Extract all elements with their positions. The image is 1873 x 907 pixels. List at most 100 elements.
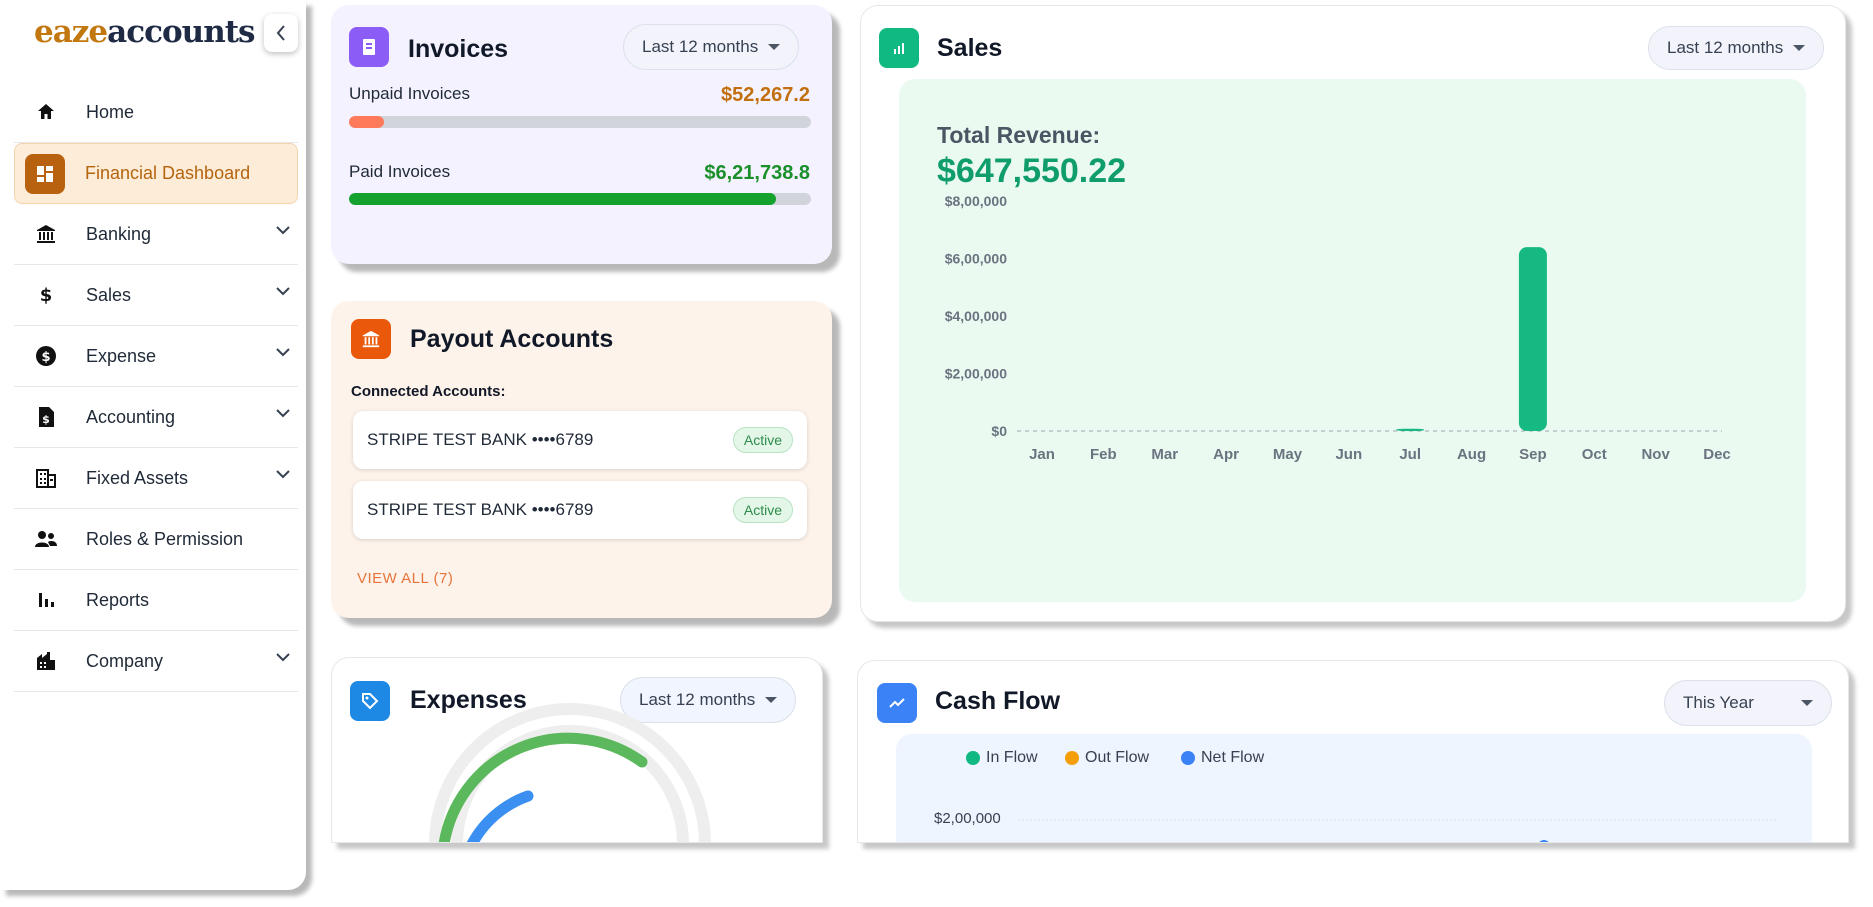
invoices-period-select[interactable]: Last 12 months — [623, 24, 800, 70]
sidebar-item-label: Banking — [86, 223, 152, 244]
sidebar-item-fixed-assets[interactable]: Fixed Assets — [14, 448, 298, 509]
chevron-down-icon — [276, 226, 290, 235]
sidebar-item-label: Home — [86, 101, 135, 122]
chevron-down-icon — [276, 287, 290, 296]
svg-text:$: $ — [42, 413, 50, 426]
sidebar-item-label: Financial Dashboard — [85, 163, 251, 183]
sidebar-item-sales[interactable]: $ Sales — [14, 265, 298, 326]
net-flow-line — [1539, 840, 1549, 842]
paid-invoices-label: Paid Invoices — [349, 162, 451, 181]
cash-flow-line-chart — [1018, 819, 1778, 842]
sidebar-item-label: Fixed Assets — [86, 467, 189, 488]
sales-card: Sales Last 12 months Total Revenue: $647… — [860, 5, 1846, 622]
cash-flow-title: Cash Flow — [935, 687, 1061, 715]
y-tick-label: $8,00,000 — [945, 193, 1007, 209]
unpaid-invoices-bar-fill — [349, 116, 385, 128]
x-tick-label: Jul — [1399, 446, 1421, 463]
cash-flow-period-select[interactable]: This Year — [1664, 680, 1832, 726]
unpaid-invoices-label: Unpaid Invoices — [349, 84, 470, 103]
x-tick-label: Aug — [1457, 446, 1486, 463]
account-row[interactable]: STRIPE TEST BANK ••••6789 Active — [353, 481, 807, 539]
svg-text:$: $ — [41, 350, 50, 365]
svg-text:$: $ — [40, 285, 53, 305]
x-tick-label: Jun — [1335, 446, 1362, 463]
y-tick-label: $4,00,000 — [945, 308, 1007, 324]
chevron-down-icon — [276, 653, 290, 662]
brand-logo[interactable]: eazeaccounts — [34, 14, 256, 50]
brand-part1: eaze — [34, 14, 108, 50]
sales-chart-panel: Total Revenue: $647,550.22 $0 $2,00,000 $4… — [899, 79, 1806, 602]
dollar-icon: $ — [26, 275, 66, 315]
home-icon — [26, 92, 66, 132]
x-tick-label: Oct — [1582, 446, 1607, 463]
coin-icon: $ — [26, 336, 66, 376]
chevron-down-icon — [276, 409, 290, 418]
sidebar-nav: Home Financial Dashboard Banking $ Sales… — [14, 82, 298, 692]
cash-flow-period-value: This Year — [1683, 693, 1754, 712]
sales-title: Sales — [937, 34, 1003, 62]
building-icon — [26, 458, 66, 498]
caret-down-icon — [768, 44, 781, 50]
sidebar-item-expense[interactable]: $ Expense — [14, 326, 298, 387]
payout-accounts-title: Payout Accounts — [410, 325, 614, 353]
caret-down-icon — [1801, 700, 1813, 706]
sales-bar-chart: $0 $2,00,000 $4,00,000 $6,00,000 $8,00,000 Ja… — [945, 193, 1731, 463]
sidebar-item-accounting[interactable]: $ Accounting — [14, 387, 298, 448]
x-tick-label: Mar — [1151, 446, 1178, 463]
view-all-accounts-link[interactable]: VIEW ALL (7) — [357, 570, 453, 587]
expenses-ring-blue — [466, 790, 534, 842]
account-name: STRIPE TEST BANK ••••6789 — [367, 500, 594, 519]
cash-flow-chart-panel: In Flow Out Flow Net Flow $2,00,000 — [896, 734, 1812, 842]
status-badge: Active — [732, 427, 793, 453]
account-row[interactable]: STRIPE TEST BANK ••••6789 Active — [353, 411, 807, 469]
sidebar-item-label: Expense — [86, 345, 157, 366]
sidebar-item-financial-dashboard[interactable]: Financial Dashboard — [14, 143, 298, 204]
payout-accounts-card: Payout Accounts Connected Accounts: STRI… — [331, 301, 832, 618]
invoices-card: Invoices Last 12 months Unpaid Invoices … — [331, 5, 832, 264]
bar-jul[interactable] — [1396, 428, 1425, 431]
invoices-title: Invoices — [408, 35, 509, 63]
connected-accounts-label: Connected Accounts: — [351, 383, 506, 400]
sidebar-item-label: Roles & Permission — [86, 528, 244, 549]
app-root: eazeaccounts Home Financial Dashboard Ba… — [0, 0, 1873, 907]
x-tick-label: Dec — [1703, 446, 1731, 463]
sidebar: eazeaccounts Home Financial Dashboard Ba… — [0, 0, 306, 890]
sidebar-item-company[interactable]: Company — [14, 631, 298, 692]
paid-invoices-bar-fill — [349, 193, 777, 205]
bar-sep[interactable] — [1518, 247, 1547, 431]
y-tick-label: $0 — [991, 423, 1007, 439]
chevron-left-icon — [276, 25, 285, 41]
sidebar-item-reports[interactable]: Reports — [14, 570, 298, 631]
expenses-donut-chart — [429, 703, 711, 842]
expenses-card: Expenses Last 12 months — [331, 657, 823, 843]
bank-icon — [351, 319, 391, 359]
unpaid-invoices-value: $52,267.2 — [721, 84, 810, 106]
x-tick-label: Apr — [1213, 446, 1239, 463]
sales-period-value: Last 12 months — [1667, 38, 1784, 57]
x-tick-label: Nov — [1641, 446, 1670, 463]
sidebar-item-label: Accounting — [86, 406, 176, 427]
bank-icon — [26, 214, 66, 254]
sidebar-item-banking[interactable]: Banking — [14, 204, 298, 265]
sales-period-select[interactable]: Last 12 months — [1648, 26, 1825, 70]
receipt-icon — [349, 27, 389, 67]
collapse-sidebar-button[interactable] — [264, 14, 298, 52]
caret-down-icon — [1793, 45, 1806, 51]
x-tick-label: Jan — [1029, 446, 1055, 463]
sidebar-item-label: Reports — [86, 589, 150, 610]
trend-icon — [877, 683, 917, 723]
x-tick-label: May — [1273, 446, 1303, 463]
sidebar-item-home[interactable]: Home — [14, 82, 298, 143]
sidebar-item-roles-permission[interactable]: Roles & Permission — [14, 509, 298, 570]
cash-flow-card: Cash Flow This Year In Flow Out Flow Net… — [857, 660, 1849, 843]
brand-part2: accounts — [107, 14, 255, 50]
y-tick-label: $6,00,000 — [945, 251, 1007, 267]
unpaid-invoices-bar — [349, 116, 811, 128]
people-icon — [26, 519, 66, 559]
sidebar-item-label: Sales — [86, 284, 132, 305]
chevron-down-icon — [276, 470, 290, 479]
dashboard-icon — [25, 153, 65, 194]
chart-icon — [879, 28, 919, 68]
account-name: STRIPE TEST BANK ••••6789 — [367, 430, 594, 449]
y-tick-label: $2,00,000 — [945, 366, 1007, 382]
